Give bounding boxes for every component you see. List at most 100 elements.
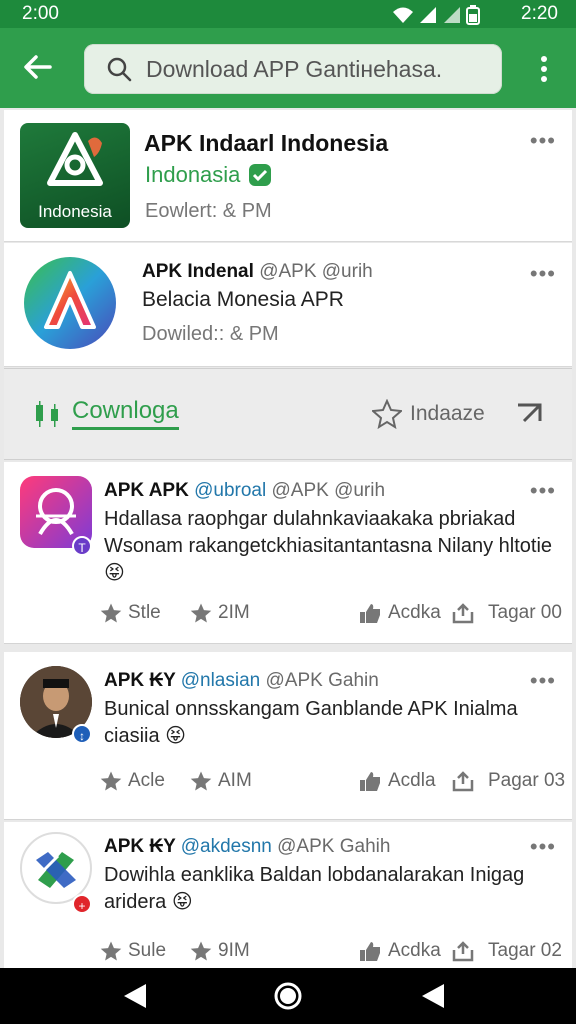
tab-bar: Cownloga Indaaze bbox=[4, 368, 572, 460]
action-star-label: Stle bbox=[128, 602, 161, 623]
more-options-button[interactable]: ••• bbox=[530, 261, 556, 287]
action-count-label: AIM bbox=[218, 770, 252, 791]
action-count[interactable]: 9IM bbox=[190, 940, 250, 962]
upload-icon bbox=[452, 603, 474, 624]
badge-icon: ↕ bbox=[72, 724, 92, 744]
post-handle[interactable]: @ubroal bbox=[194, 480, 266, 501]
action-like[interactable]: Acdka bbox=[358, 602, 441, 624]
overflow-menu-button[interactable] bbox=[538, 54, 550, 84]
action-like[interactable]: Acdka bbox=[358, 940, 441, 962]
post-header: APK APK @ubroal @APK @urih bbox=[104, 480, 385, 502]
tab-download[interactable]: Cownloga bbox=[34, 397, 179, 430]
feed-post[interactable]: + APK ₭Y @akdesnn @APK Gahih ••• Dowihla… bbox=[4, 822, 572, 972]
app-title: APK Indenal @APK @urih bbox=[142, 261, 373, 283]
action-star[interactable]: Stle bbox=[100, 602, 161, 624]
star-icon bbox=[100, 603, 122, 623]
thumbs-up-icon bbox=[360, 604, 380, 623]
app-title: APK Indaarl Indonesia bbox=[144, 130, 389, 156]
action-star[interactable]: Acle bbox=[100, 770, 165, 792]
more-options-button[interactable]: ••• bbox=[530, 128, 556, 154]
action-like-label: Acdla bbox=[388, 770, 436, 791]
app-subtitle-text: Indonasia bbox=[145, 162, 241, 187]
post-text: Bunical onnsskangam Ganblande APK Inialm… bbox=[104, 698, 518, 747]
post-handle[interactable]: @nlasian bbox=[181, 670, 261, 691]
more-options-button[interactable]: ••• bbox=[530, 478, 556, 504]
status-time-right: 2:20 bbox=[521, 3, 558, 24]
app-subtitle: Belacia Monesia APR bbox=[142, 288, 344, 311]
circle-home-icon bbox=[274, 982, 302, 1010]
upload-icon bbox=[452, 941, 474, 962]
post-actions: Sule 9IM Acdka Tagar 02 bbox=[100, 940, 562, 968]
more-options-button[interactable]: ••• bbox=[530, 834, 556, 860]
badge-icon: + bbox=[72, 894, 92, 914]
signal-icon bbox=[420, 7, 436, 23]
app-card[interactable]: APK Indenal @APK @urih Belacia Monesia A… bbox=[4, 243, 572, 367]
app-handle[interactable]: @APK @urih bbox=[259, 261, 373, 282]
post-header: APK ₭Y @nlasian @APK Gahin bbox=[104, 670, 379, 692]
share-button[interactable] bbox=[516, 401, 544, 430]
badge-icon: T bbox=[72, 536, 92, 556]
action-count[interactable]: 2IM bbox=[190, 602, 250, 624]
app-subtitle: Indonasia bbox=[145, 162, 272, 188]
app-logo: Indonesia bbox=[20, 123, 130, 228]
app-logo-icon bbox=[36, 852, 76, 888]
nav-recents-button[interactable] bbox=[420, 982, 446, 1015]
upload-icon bbox=[452, 771, 474, 792]
post-author: APK APK bbox=[104, 480, 189, 501]
star-icon bbox=[190, 941, 212, 961]
nav-home-button[interactable] bbox=[272, 980, 304, 1017]
verified-icon bbox=[249, 164, 272, 186]
app-card[interactable]: Indonesia APK Indaarl Indonesia Indonasi… bbox=[4, 110, 572, 242]
feed-post[interactable]: ↕ APK ₭Y @nlasian @APK Gahin ••• Bunical… bbox=[4, 652, 572, 820]
arrow-left-icon bbox=[24, 55, 52, 79]
app-name: APK Indenal bbox=[142, 261, 254, 282]
action-like-label: Acdka bbox=[388, 602, 441, 623]
action-share-label: Tagar 02 bbox=[488, 940, 562, 961]
search-bar[interactable]: Download APP Gantiнehasa. bbox=[84, 44, 502, 94]
post-handle[interactable]: @akdesnn bbox=[181, 836, 272, 857]
tab-star[interactable]: Indaaze bbox=[372, 399, 485, 429]
signal-icon bbox=[444, 7, 460, 23]
action-star-label: Sule bbox=[128, 940, 167, 961]
battery-icon bbox=[466, 5, 480, 25]
action-count-label: 9IM bbox=[218, 940, 250, 961]
search-input[interactable]: Download APP Gantiнehasa. bbox=[146, 56, 442, 83]
wifi-icon bbox=[393, 7, 413, 23]
post-handle-secondary[interactable]: @APK Gahih bbox=[277, 836, 390, 857]
nav-back-button[interactable] bbox=[122, 982, 148, 1015]
post-actions: Acle AIM Acdla Pagar 03 bbox=[100, 770, 565, 798]
back-button[interactable] bbox=[22, 52, 62, 86]
action-like-label: Acdka bbox=[388, 940, 441, 961]
post-handle-secondary[interactable]: @APK Gahin bbox=[266, 670, 379, 691]
action-like[interactable]: Acdla bbox=[358, 770, 436, 792]
tab-star-label: Indaaze bbox=[410, 402, 485, 425]
action-count[interactable]: AIM bbox=[190, 770, 252, 792]
app-meta: Dowiled:: & PM bbox=[142, 323, 279, 345]
action-count-label: 2IM bbox=[218, 602, 250, 623]
status-icons bbox=[392, 5, 480, 25]
system-nav-bar bbox=[0, 968, 576, 1024]
search-icon bbox=[107, 57, 132, 82]
post-handle-secondary[interactable]: @APK @urih bbox=[271, 480, 385, 501]
action-share[interactable]: Pagar 03 bbox=[452, 770, 565, 792]
share-arrow-icon bbox=[518, 403, 542, 423]
status-bar: 2:00 2:20 bbox=[0, 0, 576, 28]
action-star-label: Acle bbox=[128, 770, 165, 791]
star-icon bbox=[190, 603, 212, 623]
post-author: APK ₭Y bbox=[104, 836, 176, 857]
star-icon bbox=[190, 771, 212, 791]
triangle-back-icon bbox=[124, 984, 146, 1008]
action-star[interactable]: Sule bbox=[100, 940, 166, 962]
more-options-button[interactable]: ••• bbox=[530, 668, 556, 694]
thumbs-up-icon bbox=[360, 772, 380, 791]
action-share-label: Pagar 03 bbox=[488, 770, 566, 791]
triangle-back-icon bbox=[422, 984, 444, 1008]
action-share[interactable]: Tagar 00 bbox=[452, 602, 562, 624]
star-outline-icon bbox=[372, 399, 402, 429]
action-share[interactable]: Tagar 02 bbox=[452, 940, 562, 962]
post-text: Dowihla eanklika Baldan lobdanalarakan I… bbox=[104, 864, 525, 913]
app-meta: Eowlert: & PM bbox=[145, 200, 272, 222]
feed-post[interactable]: T APK APK @ubroal @APK @urih ••• Hdallas… bbox=[4, 462, 572, 644]
more-vertical-icon bbox=[541, 56, 547, 82]
status-time-left: 2:00 bbox=[22, 3, 59, 24]
